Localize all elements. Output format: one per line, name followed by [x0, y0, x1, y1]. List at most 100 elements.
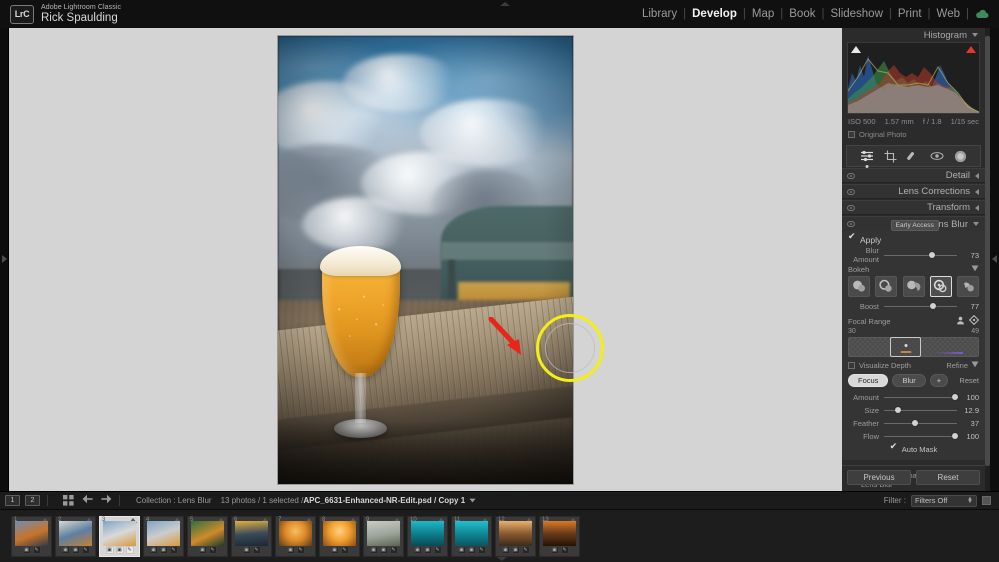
- flow-slider[interactable]: Flow 100: [848, 430, 979, 442]
- badge-icon[interactable]: ✎: [296, 545, 305, 554]
- filmstrip-thumbnail[interactable]: 6 ▣ ✎: [231, 515, 272, 557]
- filmstrip-collapse-toggle[interactable]: [495, 556, 509, 562]
- radial-gradient-icon[interactable]: [953, 149, 968, 164]
- red-eye-correction-icon[interactable]: [929, 149, 944, 164]
- panel-scrollbar-thumb[interactable]: [985, 36, 990, 466]
- eye-icon[interactable]: [847, 173, 855, 179]
- size-track[interactable]: [884, 405, 957, 415]
- filmstrip-thumbnail[interactable]: 13 ▣ ✎: [539, 515, 580, 557]
- chevron-down-icon[interactable]: [972, 33, 978, 37]
- filmstrip-thumbnail-selected[interactable]: 3 ▣ ▣ ✎: [99, 515, 140, 557]
- bokeh-options-icon[interactable]: [971, 265, 979, 274]
- badge-icon[interactable]: ✎: [433, 545, 442, 554]
- module-web[interactable]: Web: [931, 8, 966, 20]
- size-slider[interactable]: Size 12.9: [848, 404, 979, 416]
- checkbox-icon[interactable]: [848, 362, 855, 369]
- module-map[interactable]: Map: [746, 8, 780, 20]
- shadow-clipping-icon[interactable]: [851, 46, 861, 53]
- badge-icon[interactable]: ▣: [22, 545, 31, 554]
- badge-icon[interactable]: ▣: [379, 545, 388, 554]
- badge-icon[interactable]: ▣: [71, 545, 80, 554]
- badge-icon[interactable]: ✎: [81, 545, 90, 554]
- badge-icon[interactable]: ▣: [242, 545, 251, 554]
- filter-toggle-icon[interactable]: [982, 496, 991, 505]
- module-library[interactable]: Library: [636, 8, 683, 20]
- filmstrip-thumbnail[interactable]: 7 ▣ ✎: [275, 515, 316, 557]
- slider-knob[interactable]: [894, 406, 901, 413]
- focus-mode-button[interactable]: Focus: [848, 374, 889, 387]
- left-panel-collapsed[interactable]: [0, 28, 9, 491]
- view-mode-2-button[interactable]: 2: [25, 495, 40, 506]
- badge-icon[interactable]: ✎: [477, 545, 486, 554]
- focal-target-icon[interactable]: [968, 314, 980, 327]
- panel-lens-corrections[interactable]: Lens Corrections: [842, 184, 985, 199]
- grid-view-icon[interactable]: [63, 495, 74, 506]
- flow-track[interactable]: [884, 431, 958, 441]
- badge-icon[interactable]: ✎: [125, 545, 134, 554]
- module-slideshow[interactable]: Slideshow: [824, 8, 888, 20]
- badge-icon[interactable]: ▣: [550, 545, 559, 554]
- badge-icon[interactable]: ▣: [369, 545, 378, 554]
- chevron-down-icon[interactable]: [973, 222, 979, 226]
- view-mode-1-button[interactable]: 1: [5, 495, 20, 506]
- add-mask-button[interactable]: +: [929, 374, 949, 387]
- slider-knob[interactable]: [911, 419, 918, 426]
- current-file-name[interactable]: APC_6631-Enhanced-NR-Edit.psd / Copy 1: [303, 496, 465, 505]
- slider-knob[interactable]: [929, 302, 936, 309]
- feather-track[interactable]: [884, 418, 957, 428]
- badge-icon[interactable]: ▣: [105, 545, 114, 554]
- cloud-sync-icon[interactable]: [975, 9, 989, 19]
- blur-amount-slider[interactable]: Blur Amount 73: [848, 246, 979, 264]
- boost-slider[interactable]: Boost 77: [848, 300, 979, 312]
- auto-mask-toggle[interactable]: Auto Mask: [848, 441, 979, 455]
- apply-toggle[interactable]: Apply: [848, 231, 979, 245]
- histogram-header[interactable]: Histogram: [842, 28, 985, 42]
- badge-icon[interactable]: ▣: [501, 545, 510, 554]
- badge-icon[interactable]: ▣: [330, 545, 339, 554]
- blur-mode-button[interactable]: Blur: [892, 374, 926, 387]
- bokeh-circle-icon[interactable]: [848, 276, 870, 297]
- chevron-left-icon[interactable]: [975, 188, 979, 195]
- badge-icon[interactable]: ✎: [340, 545, 349, 554]
- arrow-left-icon[interactable]: [82, 494, 93, 507]
- depth-picker-icon[interactable]: [956, 316, 965, 327]
- panel-detail[interactable]: Detail: [842, 168, 985, 183]
- bokeh-ring-icon[interactable]: [929, 276, 952, 297]
- right-panel-edge[interactable]: [990, 28, 999, 491]
- eye-icon[interactable]: [847, 189, 855, 195]
- module-develop[interactable]: Develop: [686, 8, 743, 20]
- filmstrip-thumbnail[interactable]: 11 ▣ ▣ ✎: [451, 515, 492, 557]
- panel-lens-blur-header[interactable]: Early Access Lens Blur: [842, 216, 985, 231]
- filter-dropdown[interactable]: Filters Off ▲ ▼: [911, 494, 977, 507]
- slider-knob[interactable]: [929, 251, 936, 258]
- eye-icon[interactable]: [847, 221, 855, 227]
- badge-icon[interactable]: ▣: [457, 545, 466, 554]
- badge-icon[interactable]: ▣: [423, 545, 432, 554]
- badge-icon[interactable]: ✎: [32, 545, 41, 554]
- filmstrip-thumbnail[interactable]: 4 ▣ ▣ ✎: [143, 515, 184, 557]
- chevron-left-icon[interactable]: [975, 204, 979, 211]
- masking-icon[interactable]: [859, 149, 874, 164]
- badge-icon[interactable]: ✎: [560, 545, 569, 554]
- bokeh-swirl-icon[interactable]: [957, 276, 979, 297]
- module-book[interactable]: Book: [783, 8, 821, 20]
- focal-range-handle[interactable]: [890, 337, 922, 357]
- focal-range-slider[interactable]: [848, 337, 979, 357]
- reset-button[interactable]: Reset: [916, 470, 980, 485]
- module-print[interactable]: Print: [892, 8, 928, 20]
- badge-icon[interactable]: ✎: [208, 545, 217, 554]
- chevron-down-icon[interactable]: [469, 496, 476, 505]
- badge-icon[interactable]: ▣: [115, 545, 124, 554]
- image-canvas[interactable]: [9, 28, 842, 491]
- badge-icon[interactable]: ▣: [467, 545, 476, 554]
- highlight-clipping-icon[interactable]: [966, 46, 976, 53]
- slider-knob[interactable]: [951, 432, 958, 439]
- badge-icon[interactable]: ✎: [389, 545, 398, 554]
- filmstrip-thumbnail[interactable]: 10 ▣ ▣ ✎: [407, 515, 448, 557]
- badge-icon[interactable]: ▣: [511, 545, 520, 554]
- top-panel-collapse-toggle[interactable]: [497, 0, 513, 8]
- panel-scrollbar-track[interactable]: [985, 28, 990, 491]
- amount-slider[interactable]: Amount 100: [848, 391, 979, 403]
- reset-mask-button[interactable]: Reset: [959, 376, 979, 385]
- bokeh-bubble-icon[interactable]: [875, 276, 898, 297]
